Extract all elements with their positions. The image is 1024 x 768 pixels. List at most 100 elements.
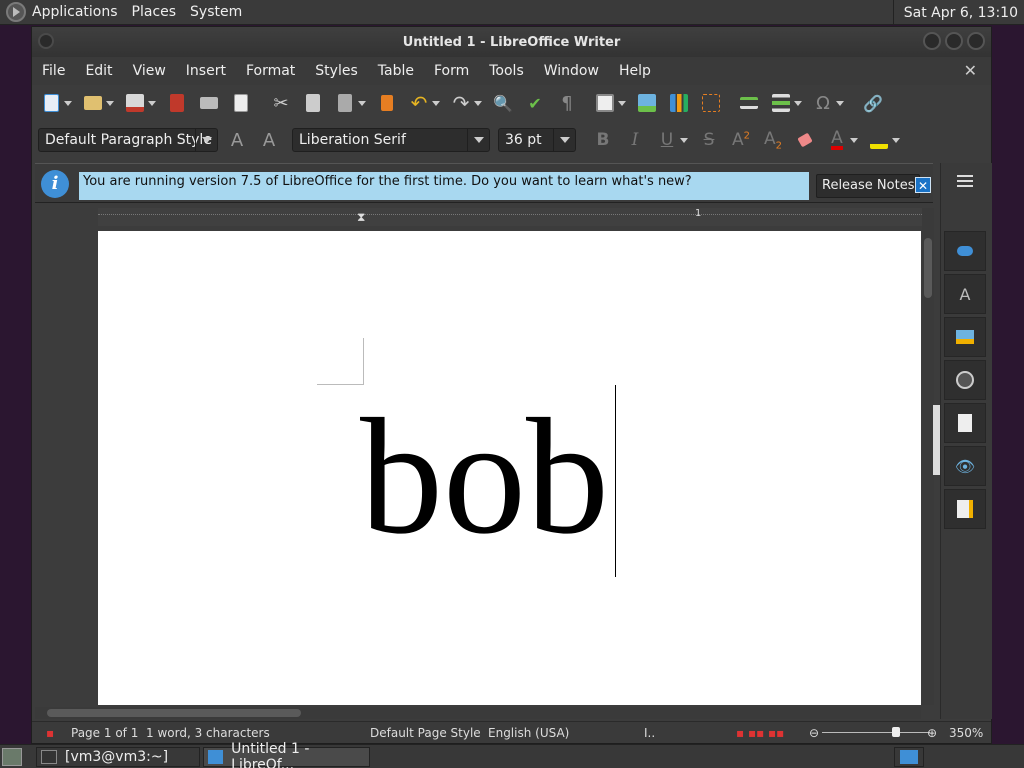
document-page[interactable]: bob [98,231,921,705]
horizontal-scrollbar[interactable] [35,707,921,719]
clear-formatting-icon[interactable] [792,128,818,152]
manage-changes-icon[interactable] [944,489,986,529]
insert-textbox-icon[interactable] [698,91,724,115]
font-name-dropdown-icon[interactable] [467,129,489,151]
underline-dropdown-icon[interactable] [680,137,688,143]
new-style-icon[interactable]: A [256,128,282,152]
properties-icon[interactable] [944,231,986,271]
style-inspector-icon[interactable]: 👁 [944,446,986,486]
panel-menu-system[interactable]: System [190,4,242,20]
panel-menu-places[interactable]: Places [132,4,177,20]
horizontal-scroll-thumb[interactable] [47,709,301,717]
language[interactable]: English (USA) [488,726,569,740]
maximize-button[interactable] [945,32,963,50]
paragraph-style-combo[interactable]: Default Paragraph Style [38,128,218,152]
font-color-dropdown-icon[interactable] [850,137,858,143]
zoom-in-icon[interactable]: ⊕ [927,726,937,740]
cut-icon[interactable]: ✂ [268,91,294,115]
vertical-scroll-thumb[interactable] [924,238,932,298]
menu-form[interactable]: Form [434,63,469,79]
highlight-icon[interactable] [866,128,892,152]
redo-dropdown-icon[interactable] [474,100,482,106]
save-dropdown-icon[interactable] [148,100,156,106]
italic-icon[interactable]: I [622,128,648,152]
font-name-combo[interactable]: Liberation Serif [292,128,490,152]
zoom-slider[interactable] [822,732,930,733]
subscript-icon[interactable]: A2 [760,128,786,152]
page-count[interactable]: Page 1 of 1 [71,726,138,740]
open-dropdown-icon[interactable] [106,100,114,106]
navigator-icon[interactable] [944,360,986,400]
insert-image-icon[interactable] [634,91,660,115]
panel-menu-applications[interactable]: Applications [32,4,118,20]
menu-tools[interactable]: Tools [489,63,524,79]
undo-icon[interactable]: ↶ [406,91,432,115]
sidebar-menu-icon[interactable] [957,175,973,187]
strikethrough-icon[interactable]: S [696,128,722,152]
indent-marker-icon[interactable]: ⧗ [357,210,365,225]
show-desktop-icon[interactable] [2,748,22,766]
zoom-slider-knob[interactable] [892,727,900,737]
menu-table[interactable]: Table [378,63,414,79]
field-dropdown-icon[interactable] [794,100,802,106]
task-terminal[interactable]: [vm3@vm3:~] [36,747,200,767]
paragraph-style-dropdown-icon[interactable] [195,129,217,151]
word-count[interactable]: 1 word, 3 characters [146,726,270,740]
insert-chart-icon[interactable] [666,91,692,115]
table-dropdown-icon[interactable] [618,100,626,106]
superscript-icon[interactable]: A2 [728,128,754,152]
insert-table-icon[interactable] [592,91,618,115]
font-size-dropdown-icon[interactable] [553,129,575,151]
new-document-icon[interactable] [38,91,64,115]
paste-icon[interactable] [332,91,358,115]
open-folder-icon[interactable] [80,91,106,115]
minimize-button[interactable] [923,32,941,50]
release-notes-button[interactable]: Release Notes [816,174,921,198]
menu-styles[interactable]: Styles [315,63,357,79]
find-replace-icon[interactable]: 🔍 [490,91,516,115]
save-icon[interactable] [122,91,148,115]
window-close-button[interactable] [967,32,985,50]
workspace-switcher[interactable] [894,747,924,767]
page-style[interactable]: Default Page Style [370,726,481,740]
page-icon[interactable] [944,403,986,443]
special-character-dropdown-icon[interactable] [836,100,844,106]
document-text[interactable]: bob [360,393,609,559]
underline-icon[interactable]: U [654,128,680,152]
update-style-icon[interactable]: A [224,128,250,152]
highlight-dropdown-icon[interactable] [892,137,900,143]
menu-window[interactable]: Window [544,63,599,79]
menu-edit[interactable]: Edit [85,63,112,79]
print-icon[interactable] [196,91,222,115]
menu-file[interactable]: File [42,63,65,79]
menu-view[interactable]: View [133,63,166,79]
window-titlebar[interactable]: Untitled 1 - LibreOffice Writer [32,27,991,57]
horizontal-ruler[interactable]: ⧗ 1 [98,208,922,226]
panel-clock[interactable]: Sat Apr 6, 13:10 [904,5,1024,21]
new-dropdown-icon[interactable] [64,100,72,106]
insert-field-icon[interactable] [768,91,794,115]
view-layout-icon[interactable]: ▪ ▪▪ ▪▪ [736,726,784,740]
redo-icon[interactable]: ↷ [448,91,474,115]
menu-help[interactable]: Help [619,63,651,79]
styles-icon[interactable]: A [944,274,986,314]
sidebar-collapse-handle[interactable] [933,405,940,475]
menu-format[interactable]: Format [246,63,295,79]
zoom-level[interactable]: 350% [949,726,983,740]
special-character-icon[interactable]: Ω [810,91,836,115]
bold-icon[interactable]: B [590,128,616,152]
document-modified-icon[interactable]: ▪ [46,726,54,740]
copy-icon[interactable] [300,91,326,115]
infobar-close-icon[interactable]: ✕ [915,177,931,193]
window-menu-icon[interactable] [38,33,54,49]
close-document-icon[interactable]: ✕ [964,61,977,80]
distro-logo-icon[interactable] [6,2,26,22]
insert-mode-icon[interactable]: I.. [644,726,655,740]
menu-insert[interactable]: Insert [186,63,226,79]
gallery-icon[interactable] [944,317,986,357]
font-color-icon[interactable]: A [824,128,850,152]
zoom-out-icon[interactable]: ⊖ [809,726,819,740]
formatting-marks-icon[interactable]: ¶ [554,91,580,115]
font-size-combo[interactable]: 36 pt [498,128,576,152]
export-pdf-icon[interactable] [164,91,190,115]
